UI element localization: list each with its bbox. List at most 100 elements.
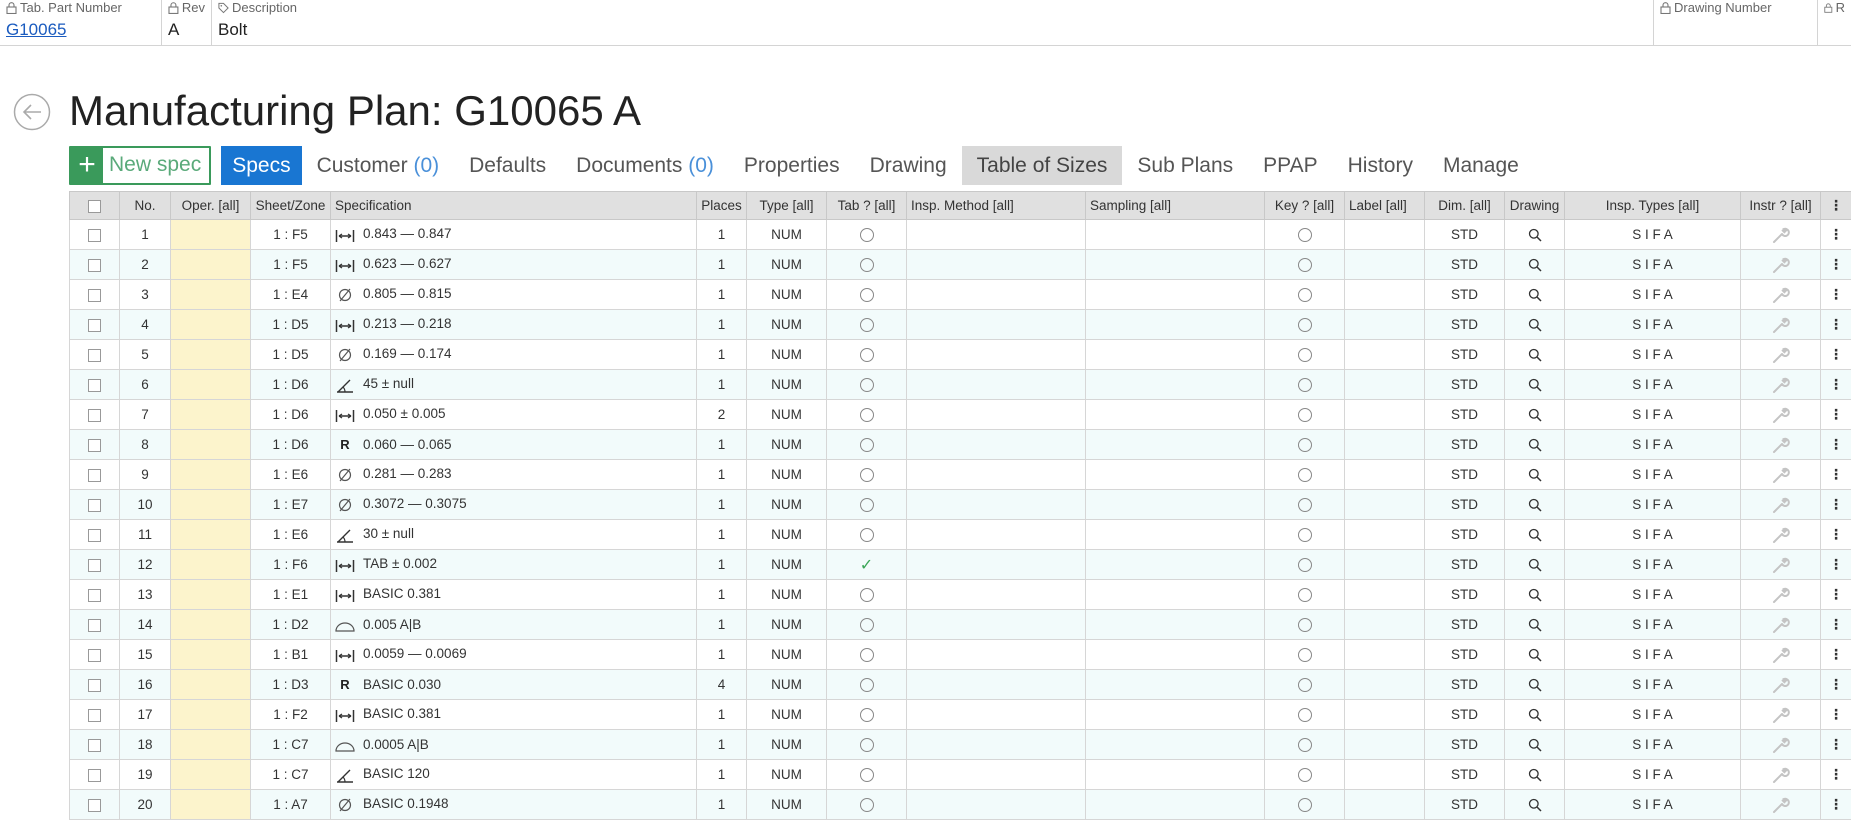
magnifier-icon[interactable] [1528, 498, 1542, 512]
col-oper[interactable]: Oper. [all] [170, 191, 251, 220]
wrench-icon[interactable] [1772, 766, 1790, 784]
row-drawing-view[interactable] [1504, 219, 1565, 250]
row-specification[interactable]: BASIC 0.1948 [330, 789, 697, 820]
row-menu-icon[interactable]: ⋮ [1820, 759, 1851, 790]
row-label[interactable] [1344, 519, 1425, 550]
row-sampling[interactable] [1085, 609, 1265, 640]
key-radio[interactable] [1297, 438, 1312, 453]
row-insp-method[interactable] [906, 759, 1086, 790]
row-insp-method[interactable] [906, 639, 1086, 670]
row-label[interactable] [1344, 549, 1425, 580]
magnifier-icon[interactable] [1528, 318, 1542, 332]
tab-history[interactable]: History [1333, 146, 1428, 185]
magnifier-icon[interactable] [1528, 768, 1542, 782]
row-specification[interactable]: 0.050 ± 0.005 [330, 399, 697, 430]
row-insp-method[interactable] [906, 699, 1086, 730]
wrench-icon[interactable] [1772, 316, 1790, 334]
row-operation[interactable] [170, 339, 251, 370]
row-tab-toggle[interactable] [826, 609, 907, 640]
row-label[interactable] [1344, 669, 1425, 700]
part-number-link[interactable]: G10065 [6, 20, 67, 39]
row-tab-toggle[interactable] [826, 399, 907, 430]
table-row[interactable]: 20 1 : A7 BASIC 0.1948 1 NUM STD S I F A ⋮ [69, 789, 1851, 820]
row-instructions[interactable] [1740, 399, 1821, 430]
row-insp-types[interactable]: S I F A [1564, 699, 1741, 730]
row-sampling[interactable] [1085, 399, 1265, 430]
row-menu-icon[interactable]: ⋮ [1820, 339, 1851, 370]
row-menu-icon[interactable]: ⋮ [1820, 399, 1851, 430]
tab-radio[interactable] [859, 768, 874, 783]
row-insp-method[interactable] [906, 609, 1086, 640]
row-instructions[interactable] [1740, 219, 1821, 250]
col-insp-method[interactable]: Insp. Method [all] [906, 191, 1086, 220]
magnifier-icon[interactable] [1528, 798, 1542, 812]
row-checkbox-cell[interactable] [69, 279, 120, 310]
key-radio[interactable] [1297, 588, 1312, 603]
row-specification[interactable]: R 0.060 — 0.065 [330, 429, 697, 460]
row-key-toggle[interactable] [1264, 339, 1345, 370]
row-tab-toggle[interactable] [826, 789, 907, 820]
row-checkbox[interactable] [88, 708, 101, 722]
tab-drawing[interactable]: Drawing [855, 146, 962, 185]
row-specification[interactable]: 0.213 — 0.218 [330, 309, 697, 340]
row-key-toggle[interactable] [1264, 699, 1345, 730]
row-checkbox[interactable] [88, 378, 101, 392]
key-radio[interactable] [1297, 468, 1312, 483]
row-drawing-view[interactable] [1504, 729, 1565, 760]
row-menu-icon[interactable]: ⋮ [1820, 639, 1851, 670]
tab-radio[interactable] [859, 498, 874, 513]
row-key-toggle[interactable] [1264, 639, 1345, 670]
tab-properties[interactable]: Properties [729, 146, 855, 185]
row-checkbox[interactable] [88, 258, 101, 272]
col-dim[interactable]: Dim. [all] [1424, 191, 1505, 220]
row-checkbox-cell[interactable] [69, 669, 120, 700]
row-drawing-view[interactable] [1504, 309, 1565, 340]
row-instructions[interactable] [1740, 459, 1821, 490]
row-sampling[interactable] [1085, 699, 1265, 730]
key-radio[interactable] [1297, 528, 1312, 543]
row-operation[interactable] [170, 309, 251, 340]
row-insp-types[interactable]: S I F A [1564, 429, 1741, 460]
col-key[interactable]: Key ? [all] [1264, 191, 1345, 220]
row-checkbox[interactable] [88, 348, 101, 362]
magnifier-icon[interactable] [1528, 678, 1542, 692]
row-checkbox[interactable] [88, 588, 101, 602]
row-label[interactable] [1344, 489, 1425, 520]
table-row[interactable]: 18 1 : C7 0.0005 A|B 1 NUM STD S I F A ⋮ [69, 729, 1851, 760]
wrench-icon[interactable] [1772, 376, 1790, 394]
row-instructions[interactable] [1740, 369, 1821, 400]
row-specification[interactable]: 30 ± null [330, 519, 697, 550]
row-sampling[interactable] [1085, 579, 1265, 610]
row-drawing-view[interactable] [1504, 789, 1565, 820]
wrench-icon[interactable] [1772, 436, 1790, 454]
row-label[interactable] [1344, 429, 1425, 460]
key-radio[interactable] [1297, 708, 1312, 723]
table-row[interactable]: 16 1 : D3 R BASIC 0.030 4 NUM STD S I F A ⋮ [69, 669, 1851, 700]
row-operation[interactable] [170, 639, 251, 670]
row-tab-toggle[interactable] [826, 519, 907, 550]
key-radio[interactable] [1297, 738, 1312, 753]
row-label[interactable] [1344, 219, 1425, 250]
row-label[interactable] [1344, 279, 1425, 310]
magnifier-icon[interactable] [1528, 648, 1542, 662]
row-checkbox-cell[interactable] [69, 369, 120, 400]
row-sampling[interactable] [1085, 219, 1265, 250]
table-row[interactable]: 11 1 : E6 30 ± null 1 NUM STD S I F A ⋮ [69, 519, 1851, 550]
wrench-icon[interactable] [1772, 526, 1790, 544]
row-insp-method[interactable] [906, 399, 1086, 430]
table-row[interactable]: 10 1 : E7 0.3072 — 0.3075 1 NUM STD S I F A ⋮ [69, 489, 1851, 520]
row-checkbox[interactable] [88, 318, 101, 332]
row-insp-method[interactable] [906, 309, 1086, 340]
row-specification[interactable]: 0.805 — 0.815 [330, 279, 697, 310]
select-all-checkbox[interactable] [88, 199, 101, 213]
table-row[interactable]: 2 1 : F5 0.623 — 0.627 1 NUM STD S I F A ⋮ [69, 249, 1851, 280]
row-label[interactable] [1344, 399, 1425, 430]
magnifier-icon[interactable] [1528, 528, 1542, 542]
row-instructions[interactable] [1740, 609, 1821, 640]
row-key-toggle[interactable] [1264, 489, 1345, 520]
row-checkbox[interactable] [88, 288, 101, 302]
row-menu-icon[interactable]: ⋮ [1820, 579, 1851, 610]
row-sampling[interactable] [1085, 519, 1265, 550]
wrench-icon[interactable] [1772, 586, 1790, 604]
key-radio[interactable] [1297, 318, 1312, 333]
